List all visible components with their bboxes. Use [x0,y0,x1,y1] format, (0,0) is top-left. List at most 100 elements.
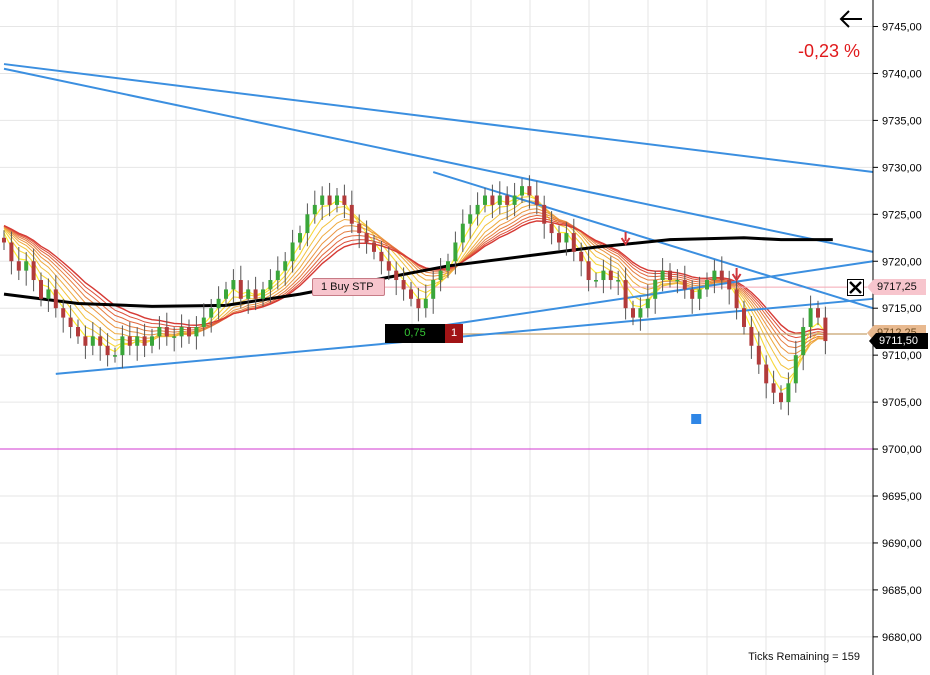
candle-body [623,280,628,309]
candle-body [31,261,36,281]
candle-body [608,270,613,281]
candle-body [483,195,487,205]
candle-body [179,326,184,337]
chart-canvas[interactable]: 9745,00 9740,00 9735,00 9730,00 9725,00 9720,… [0,0,930,675]
candle-body [172,336,177,338]
candle-body [734,289,739,309]
candle-body [312,204,317,215]
candle [187,319,191,344]
candle-body [416,298,421,309]
candle-body [497,195,502,205]
candle [150,328,154,354]
down-arrow-icon [731,268,742,282]
candle-body [616,280,621,282]
stop-price-tag[interactable]: 9717,25 [867,279,926,295]
arrow-left-icon[interactable] [838,8,864,30]
candle-body [261,289,265,299]
candle-body [512,195,517,205]
candle [653,270,658,314]
candle [179,314,184,348]
percent-change: -0,23 % [797,41,860,61]
candle-body [372,242,376,252]
candle [682,265,687,299]
candle-body [305,214,310,234]
candle [98,327,103,361]
candle [475,192,480,226]
candle [164,312,169,346]
candle [90,322,95,356]
candle-body [542,204,547,224]
candle-body [275,270,280,281]
candle-body [431,280,436,299]
candle [39,272,43,307]
candle [497,181,502,215]
ytick-label: 9745,00 [882,22,922,34]
candle-body [438,270,443,281]
ytick-label: 9720,00 [882,256,922,268]
candle-body [460,223,465,243]
candle-body [453,242,458,262]
candle-body [83,336,88,346]
candle-body [194,326,199,337]
candle-body [231,280,236,290]
candle [423,284,428,318]
trendline [3,63,874,174]
candle-body [727,280,732,290]
ytick-label: 9685,00 [882,585,922,597]
candle-body [764,364,769,384]
candle-body [705,280,709,290]
candle-body [586,261,591,281]
candle-body [668,270,672,281]
candle-body [579,251,584,262]
chart-stage: 9745,00 9740,00 9735,00 9730,00 9725,00 9720,… [0,0,930,675]
candle-body [76,326,80,337]
candle [616,270,621,296]
ytick-label: 9715,00 [882,303,922,315]
candle-body [808,308,813,327]
cancel-order-icon[interactable] [847,279,864,296]
candle-body [2,237,6,243]
candle-body [9,242,14,262]
candle [505,186,510,220]
candle-body [505,195,510,205]
ytick-label: 9695,00 [882,491,922,503]
candle-body [150,336,154,346]
ytick-label: 9725,00 [882,209,922,221]
ytick-label: 9705,00 [882,397,922,409]
candle-body [68,317,73,327]
candle-body [342,195,347,205]
candle-body [601,270,606,281]
candle-body [24,261,29,271]
candle [638,297,643,331]
position-display[interactable]: 0,75 1 [385,324,463,343]
candle-body [564,233,569,243]
candle-body [105,345,110,356]
candle-body [771,383,776,393]
candle [394,261,399,296]
candle-body [113,355,117,357]
candle [283,252,288,286]
candle [194,316,199,350]
candle-body [660,270,665,281]
candle-body [157,326,162,337]
moving-average-ribbon [3,191,826,392]
candle-body [682,280,687,290]
candle-body [793,355,798,384]
candle-body [490,195,495,205]
candle [727,270,732,305]
ytick-label: 9735,00 [882,115,922,127]
candle-body [187,326,191,337]
buy-stop-order-label[interactable]: 1 Buy STP [312,278,385,296]
candle [594,272,598,288]
candle-body [61,308,66,318]
candle [105,333,110,367]
candle [120,325,125,369]
candle-body [394,270,399,281]
candle-body [742,308,746,327]
candle [793,340,798,393]
candle [53,275,58,318]
candle-body [423,298,428,309]
candle-body [327,195,332,205]
candle-body [468,214,473,224]
candle-body [53,289,58,309]
